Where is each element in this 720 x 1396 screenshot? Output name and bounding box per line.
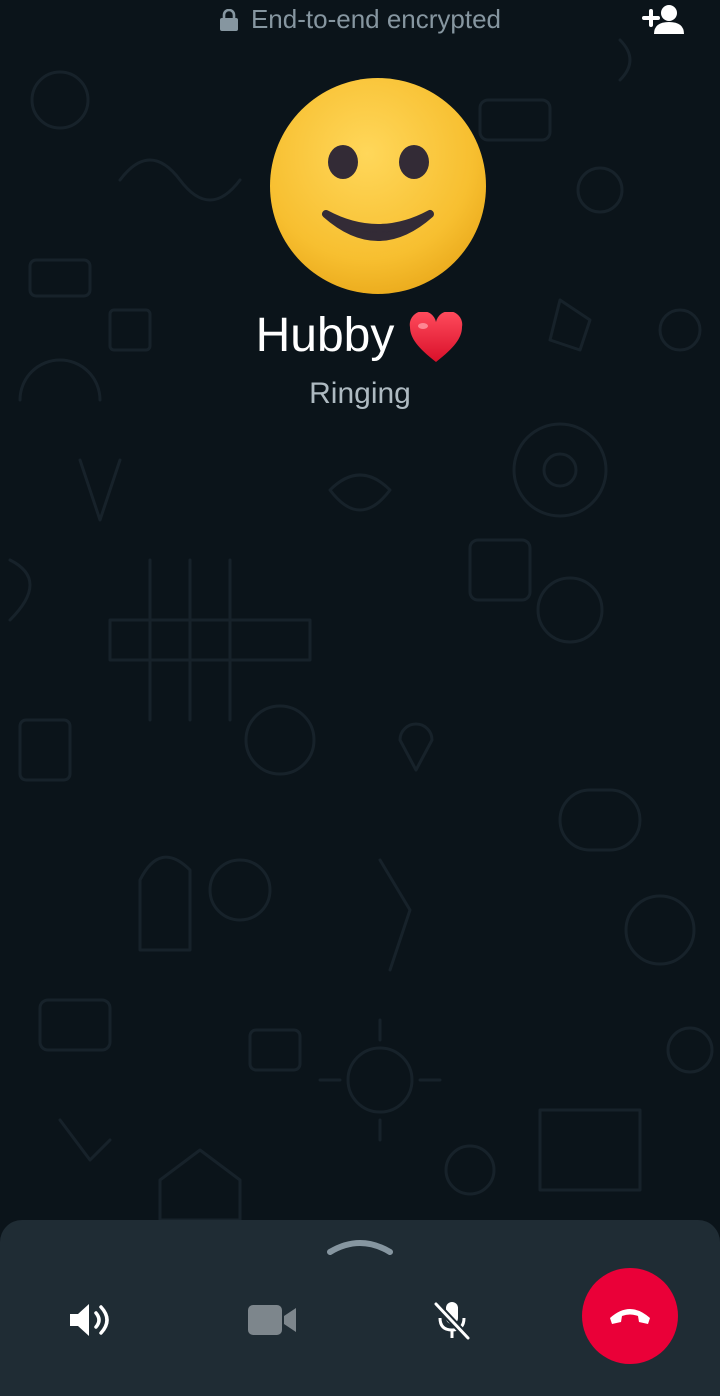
mute-button[interactable] xyxy=(420,1288,484,1352)
call-status: Ringing xyxy=(309,377,411,410)
encryption-text: End-to-end encrypted xyxy=(250,4,502,34)
contact-name: Hubby xyxy=(0,306,720,366)
contact-avatar xyxy=(270,77,486,294)
speaker-icon xyxy=(70,1304,109,1336)
chevron-up-icon[interactable] xyxy=(326,1232,394,1258)
call-header: End-to-end encrypted xyxy=(0,0,720,40)
encryption-notice: End-to-end encrypted xyxy=(0,4,720,35)
end-call-button[interactable] xyxy=(582,1268,678,1364)
microphone-off-icon xyxy=(433,1301,471,1341)
call-controls-sheet xyxy=(0,1220,720,1396)
call-screen: End-to-end encrypted Hubby Ringing xyxy=(0,0,720,1396)
lock-icon xyxy=(219,8,238,31)
video-button[interactable] xyxy=(240,1288,304,1352)
video-camera-off-icon xyxy=(248,1305,296,1335)
add-person-icon[interactable] xyxy=(638,0,686,40)
heart-emoji-icon xyxy=(410,312,463,362)
speaker-button[interactable] xyxy=(58,1288,122,1352)
end-call-icon xyxy=(610,1309,650,1324)
contact-name-text: Hubby xyxy=(255,309,395,362)
